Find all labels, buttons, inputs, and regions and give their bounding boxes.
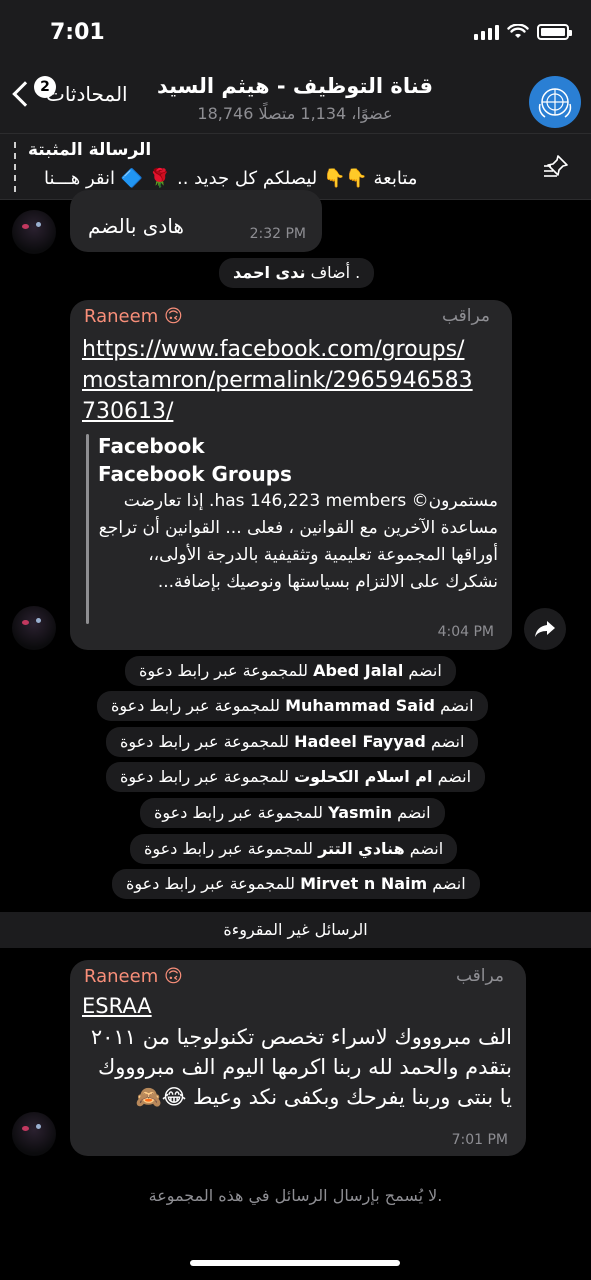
sender-role: مراقب [455,966,504,986]
service-user-name[interactable]: Yasmin [328,803,392,822]
back-button[interactable]: 2 المحادثات [10,76,128,107]
link-preview-title[interactable]: Facebook Groups [98,462,292,486]
link-preview-description: مستمرون© has 146,223 members. إذا تعارضت… [98,491,498,592]
chat-title[interactable]: قناة التوظيف - هيثم السيد [140,74,450,98]
message-time: 2:32 PM [249,226,306,242]
service-message-added: . أضاف ندى احمد [219,258,375,288]
service-prefix: . أضاف [310,263,361,282]
back-label: المحادثات [46,82,128,106]
service-user-name[interactable]: Hadeel Fayyad [294,732,426,751]
service-prefix: انضم [440,696,474,715]
service-message-join: انضم ام اسلام الكحلوت للمجموعة عبر رابط … [106,762,486,792]
service-user-name[interactable]: Muhammad Said [285,696,435,715]
message-text: الف مبروووك لاسراء تخصص تكنولوجيا من ٢٠١… [90,1025,512,1109]
service-suffix: للمجموعة عبر رابط دعوة [120,732,289,751]
pinned-text: متابعة 👇👇 ليصلكم كل جديد .. 🌹 🔷 انقر هــ… [44,168,418,189]
pinned-indicator [14,142,16,192]
link-preview-site[interactable]: Facebook [98,434,205,458]
pin-list-icon[interactable] [541,152,571,182]
cellular-signal-icon [474,24,499,40]
service-suffix: للمجموعة عبر رابط دعوة [139,661,308,680]
wifi-icon [507,24,529,38]
service-message-join: انضم Hadeel Fayyad للمجموعة عبر رابط دعو… [106,727,479,757]
service-prefix: انضم [408,661,442,680]
service-user-name[interactable]: ام اسلام الكحلوت [294,767,432,786]
message-link[interactable]: https://www.facebook.com/groups/mostamro… [82,334,482,427]
unread-messages-divider: الرسائل غير المقروءة [0,912,591,948]
service-message-join: انضم هنادي التتر للمجموعة عبر رابط دعوة [130,834,458,864]
chat-avatar[interactable] [529,76,581,128]
status-icons [474,24,572,40]
service-prefix: انضم [430,732,465,751]
link-preview-bar [86,434,89,624]
unread-badge: 2 [34,76,56,98]
message-time: 7:01 PM [451,1132,508,1148]
service-suffix: للمجموعة عبر رابط دعوة [154,803,323,822]
service-prefix: انضم [409,839,444,858]
message-bubble[interactable]: هادى بالضم 2:32 PM [70,190,322,252]
chat-member-count: 18,746 عضوًا، 1,134 متصلًا [197,104,393,123]
sender-avatar[interactable] [12,606,56,650]
service-user-name[interactable]: Abed Jalal [313,661,403,680]
service-suffix: للمجموعة عبر رابط دعوة [126,874,295,893]
sender-name[interactable]: Raneem 🙃 [84,306,183,327]
service-prefix: انضم [397,803,431,822]
service-user-name[interactable]: ندى احمد [233,263,305,282]
service-prefix: انضم [432,874,466,893]
service-user-name[interactable]: Mirvet n Naim [300,874,427,893]
service-suffix: للمجموعة عبر رابط دعوة [144,839,313,858]
message-bubble[interactable]: Raneem 🙃 مراقب https://www.facebook.com/… [70,300,512,650]
message-text: هادى بالضم [88,214,184,238]
sender-avatar[interactable] [12,1112,56,1156]
user-mention[interactable]: ESRAA [82,994,152,1018]
message-time: 4:04 PM [437,624,494,640]
chat-header: 2 المحادثات قناة التوظيف - هيثم السيد 18… [0,70,591,134]
sender-avatar[interactable] [12,210,56,254]
sender-name[interactable]: Raneem 🙃 [84,966,183,987]
messaging-disabled-note: لا يُسمح بإرسال الرسائل في هذه المجموعة. [148,1186,443,1205]
service-message-join: انضم Muhammad Said للمجموعة عبر رابط دعو… [97,691,488,721]
sender-role: مراقب [441,306,490,326]
service-message-join: انضم Yasmin للمجموعة عبر رابط دعوة [140,798,445,828]
home-indicator[interactable] [190,1260,400,1266]
battery-icon [537,24,572,40]
status-bar: 7:01 [0,0,591,70]
service-suffix: للمجموعة عبر رابط دعوة [120,767,289,786]
service-message-join: انضم Abed Jalal للمجموعة عبر رابط دعوة [125,656,456,686]
service-prefix: انضم [437,767,472,786]
status-time: 7:01 [50,20,105,45]
forward-button[interactable] [524,608,566,650]
message-bubble[interactable]: Raneem 🙃 مراقب ESRAA الف مبروووك لاسراء … [70,960,526,1156]
service-message-join: انضم Mirvet n Naim للمجموعة عبر رابط دعو… [112,869,480,899]
share-arrow-icon [535,621,555,637]
pinned-title: الرسالة المثبتة [28,140,152,160]
globe-emblem-icon [538,88,572,118]
service-user-name[interactable]: هنادي التتر [318,839,405,858]
service-suffix: للمجموعة عبر رابط دعوة [111,696,280,715]
